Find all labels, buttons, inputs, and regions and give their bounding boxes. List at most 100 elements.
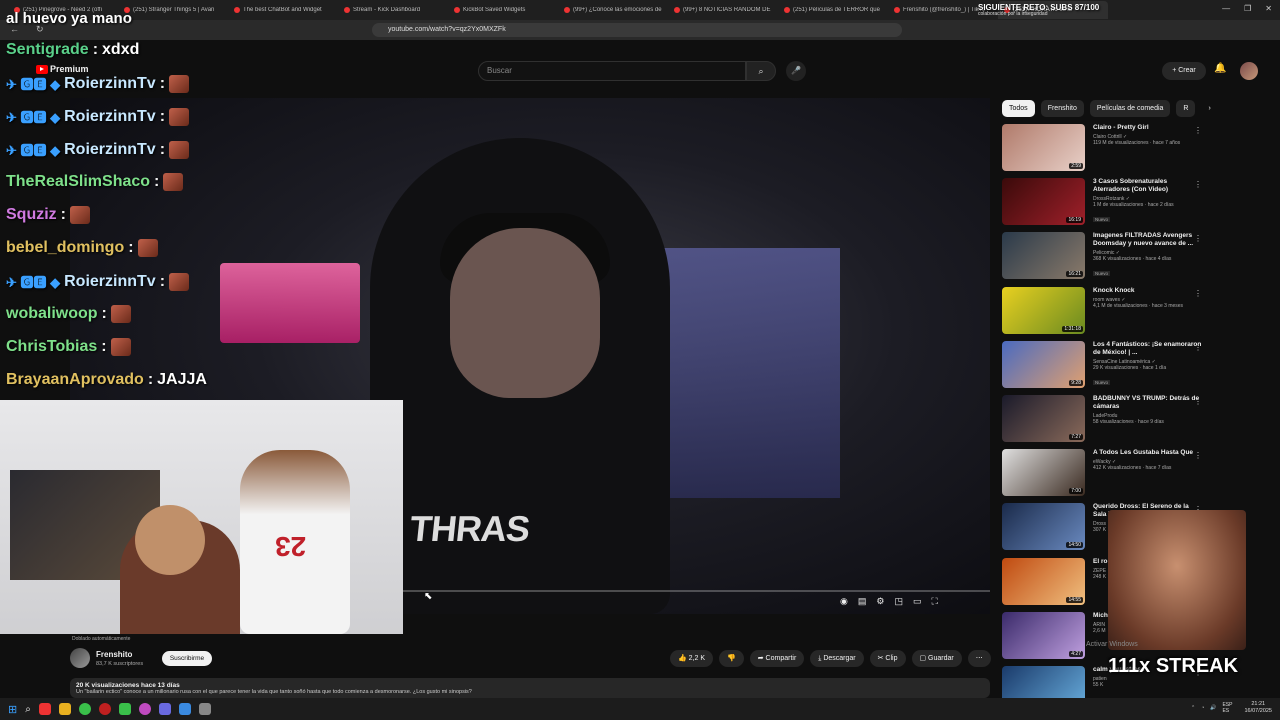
chat-message: Squziz: — [6, 206, 90, 224]
rec-video[interactable]: 9:28 Los 4 Fantásticos: ¡Se enamoraron de… — [1002, 340, 1212, 395]
discord-taskbar-icon[interactable] — [158, 703, 171, 715]
rec-thumbnail[interactable]: 16:21 — [1002, 232, 1085, 280]
rec-title[interactable]: Clairo - Pretty Girl — [1093, 124, 1203, 132]
chat-emote-icon — [163, 173, 184, 191]
app-taskbar-icon[interactable] — [98, 703, 111, 715]
app-taskbar-icon[interactable] — [138, 703, 151, 715]
save-button[interactable]: ▢ Guardar — [911, 650, 962, 667]
more-options-icon[interactable]: ⋮ — [1194, 451, 1202, 460]
more-actions-button[interactable]: ⋯ — [967, 650, 991, 667]
rec-thumbnail[interactable]: 16:19 — [1002, 178, 1085, 226]
rec-thumbnail[interactable]: 2:59 — [1002, 124, 1085, 171]
fullscreen-icon[interactable]: ⛶ — [931, 596, 937, 607]
chat-colon: : — [159, 140, 166, 158]
app-taskbar-icon[interactable] — [198, 703, 211, 715]
chat-colon: : — [159, 74, 166, 92]
clock[interactable]: 21:21 16/07/2025 — [1244, 701, 1272, 715]
kick-taskbar-icon[interactable] — [118, 703, 131, 715]
browser-tab[interactable]: (251) Películas de TERROR que — [778, 7, 888, 13]
browser-taskbar-icon[interactable] — [38, 703, 51, 715]
settings-gear-icon[interactable]: ⚙ — [876, 596, 884, 607]
microphone-icon[interactable]: 🎤 — [786, 61, 806, 81]
tab-label: The best ChatBot and Widget — [243, 7, 322, 13]
rec-video[interactable]: 1:31:18 Knock Knock room waves ✓ 4,1 M de v… — [1002, 286, 1212, 341]
subtitles-icon[interactable]: ▤ — [858, 596, 867, 607]
app-taskbar-icon[interactable] — [178, 703, 191, 715]
create-button[interactable]: + Crear — [1162, 62, 1206, 80]
chat-emote-icon — [70, 206, 90, 224]
chat-text: JAJJA — [157, 371, 207, 388]
browser-tab[interactable]: KickBot Saved Widgets — [448, 7, 558, 13]
more-options-icon[interactable]: ⋮ — [1194, 289, 1202, 298]
chat-emote-icon — [169, 74, 190, 93]
search-input[interactable]: Buscar — [478, 61, 746, 81]
folder-taskbar-icon[interactable] — [58, 703, 71, 715]
rec-thumbnail[interactable]: 4:27 — [1002, 611, 1085, 659]
rec-title[interactable]: Knock Knock — [1093, 287, 1203, 295]
more-options-icon[interactable]: ⋮ — [1194, 234, 1202, 243]
rec-video[interactable]: 16:19 3 Casos Sobrenaturales Aterradores … — [1002, 178, 1212, 232]
app-taskbar-icon[interactable] — [78, 703, 91, 715]
network-icon[interactable]: ◔ — [1201, 705, 1204, 711]
clip-button[interactable]: ✂ Clip — [869, 650, 906, 667]
chat-text: xdxd — [102, 41, 140, 58]
rec-thumbnail[interactable]: 1:31:18 — [1002, 286, 1085, 334]
rec-title[interactable]: 3 Casos Sobrenaturales Aterradores (Con … — [1093, 178, 1203, 194]
tray-chevron-icon[interactable]: ⌃ — [1191, 705, 1195, 711]
maximize-icon[interactable]: ❐ — [1244, 4, 1251, 13]
account-avatar[interactable] — [1240, 62, 1258, 80]
video-description[interactable]: 20 K visualizaciones hace 13 días Un "ba… — [70, 678, 990, 698]
share-button[interactable]: ➦ Compartir — [749, 650, 805, 667]
browser-tab[interactable]: Stream - Kick Dashboard — [338, 7, 448, 13]
more-options-icon[interactable]: ⋮ — [1194, 126, 1202, 135]
autoplay-toggle-icon[interactable]: ◉ — [840, 596, 848, 607]
channel-name[interactable]: Frenshito — [96, 650, 132, 659]
more-options-icon[interactable]: ⋮ — [1194, 180, 1202, 189]
rec-thumbnail[interactable]: 14:55 — [1002, 557, 1085, 605]
miniplayer-icon[interactable]: ◳ — [894, 596, 903, 607]
chip-1[interactable]: Frenshito — [1040, 100, 1084, 117]
windows-start-icon[interactable]: ⊞ — [8, 703, 17, 716]
rec-thumbnail[interactable]: 7:00 — [1002, 449, 1085, 497]
chat-emote-icon — [110, 338, 131, 356]
minimize-icon[interactable]: — — [1222, 4, 1230, 13]
chip-3[interactable]: R — [1176, 100, 1196, 117]
rec-thumbnail[interactable]: 7:27 — [1002, 394, 1085, 442]
rec-video[interactable]: 2:59 Clairo - Pretty Girl Clairo Cottrill … — [1002, 124, 1212, 178]
channel-avatar[interactable] — [70, 648, 90, 668]
browser-tab[interactable]: (99+) ¿Conoce las emociones de — [558, 7, 668, 13]
rec-thumbnail[interactable]: 9:28 — [1002, 340, 1085, 388]
rec-thumbnail[interactable]: 14:50 — [1002, 503, 1085, 551]
rec-info: 3 Casos Sobrenaturales Aterradores (Con … — [1093, 178, 1203, 232]
system-tray: ⌃ ◔ 🔊 ESP ES 21:21 16/07/2025 — [1191, 701, 1272, 715]
rec-title[interactable]: Los 4 Fantásticos: ¡Se enamoraron de Méx… — [1093, 341, 1203, 357]
taskbar-search-icon[interactable]: ⌕ — [25, 704, 31, 715]
download-button[interactable]: ⤓ Descargar — [810, 650, 864, 667]
rec-video[interactable]: 7:00 A Todos Les Gustaba Hasta Que eWacky … — [1002, 449, 1212, 503]
chat-username: RoierzinnTv — [64, 107, 156, 125]
tab-label: KickBot Saved Widgets — [463, 7, 526, 13]
volume-icon[interactable]: 🔊 — [1210, 705, 1216, 711]
like-button[interactable]: 👍 2,2 K — [670, 650, 714, 667]
more-options-icon[interactable]: ⋮ — [1194, 343, 1202, 352]
notification-bell-icon[interactable]: 🔔 — [1214, 63, 1226, 74]
theater-mode-icon[interactable]: ▭ — [913, 596, 922, 607]
chip-0[interactable]: Todos — [1002, 100, 1035, 117]
chips-next-chevron-icon[interactable]: › — [1201, 100, 1217, 117]
rec-title[interactable]: Imagenes FILTRADAS Avengers Doomsday y n… — [1093, 232, 1203, 248]
search-icon[interactable]: ⌕ — [746, 61, 776, 81]
rec-title[interactable]: BADBUNNY VS TRUMP: Detrás de cámaras — [1093, 395, 1203, 411]
browser-tab[interactable]: (99+) 8 NOTICIAS RANDOM DE — [668, 7, 778, 13]
more-options-icon[interactable]: ⋮ — [1194, 397, 1202, 406]
chat-colon: : — [154, 173, 160, 190]
rec-video[interactable]: 7:27 BADBUNNY VS TRUMP: Detrás de cámaras… — [1002, 394, 1212, 449]
rec-duration: 2:59 — [1069, 163, 1083, 169]
subscribe-button[interactable]: Suscribirme — [162, 651, 212, 666]
dislike-button[interactable]: 👎 — [719, 650, 744, 667]
chip-2[interactable]: Películas de comedia — [1089, 100, 1171, 117]
close-icon[interactable]: ✕ — [1265, 4, 1272, 13]
rec-title[interactable]: A Todos Les Gustaba Hasta Que — [1093, 449, 1203, 457]
rec-video[interactable]: 16:21 Imagenes FILTRADAS Avengers Doomsda… — [1002, 232, 1212, 286]
url-input[interactable]: youtube.com/watch?v=qz2Yx0MXZFk — [372, 23, 902, 37]
language-indicator[interactable]: ESP ES — [1222, 702, 1238, 714]
